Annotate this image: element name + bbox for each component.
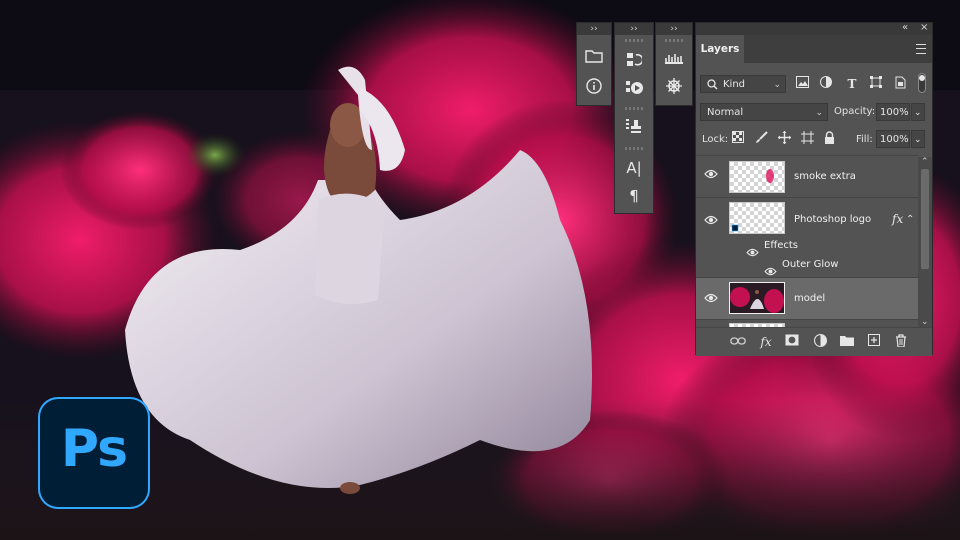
paragraph-icon[interactable]: ¶ xyxy=(617,183,651,209)
layer-name[interactable]: Photoshop logo xyxy=(794,214,871,225)
chevron-down-icon: ⌄ xyxy=(914,135,922,145)
drag-grip[interactable] xyxy=(625,147,643,150)
layers-scrollbar[interactable]: ⌃ ⌄ xyxy=(918,157,932,327)
new-layer-icon[interactable] xyxy=(866,334,882,350)
link-icon[interactable] xyxy=(730,334,746,350)
adjustment-filter-icon[interactable] xyxy=(818,76,834,92)
drag-grip[interactable] xyxy=(625,107,643,110)
search-icon xyxy=(707,76,718,94)
clone-source-icon[interactable] xyxy=(617,113,651,139)
chevron-down-icon: ⌄ xyxy=(914,108,922,118)
collapse-icon[interactable]: ›› xyxy=(577,23,611,35)
opacity-label: Opacity: xyxy=(834,106,876,117)
drag-grip[interactable] xyxy=(625,39,643,42)
fill-value: 100% xyxy=(880,134,909,145)
tab-layers[interactable]: Layers xyxy=(696,35,744,63)
scroll-down-icon[interactable]: ⌄ xyxy=(921,317,929,327)
group-folder-icon[interactable] xyxy=(839,334,855,350)
character-icon[interactable]: A| xyxy=(617,155,651,181)
eye-icon[interactable] xyxy=(704,214,718,228)
history-icon[interactable] xyxy=(617,47,651,73)
opacity-dropdown[interactable]: ⌄ xyxy=(911,103,925,121)
type-filter-icon[interactable]: T xyxy=(844,76,860,92)
layer-thumbnail[interactable] xyxy=(729,161,785,193)
layers-panel: « × Layers Kind ⌄ T Normal ⌄ Opacity: 10… xyxy=(695,22,933,356)
blend-mode-value: Normal xyxy=(707,107,744,118)
fill-input[interactable]: 100% xyxy=(876,130,910,148)
navigator-icon[interactable] xyxy=(657,73,691,99)
panel-dock-column-1: ›› xyxy=(576,22,612,106)
drag-grip[interactable] xyxy=(665,39,683,42)
shape-filter-icon[interactable] xyxy=(868,76,884,92)
close-icon[interactable]: × xyxy=(920,22,928,33)
collapse-panels-icon[interactable]: « xyxy=(902,22,908,33)
eye-icon[interactable] xyxy=(704,168,718,182)
collapse-icon[interactable]: ›› xyxy=(615,23,653,35)
layer-row-model[interactable]: model xyxy=(696,277,918,319)
trash-icon[interactable] xyxy=(893,334,909,350)
scroll-up-icon[interactable]: ⌃ xyxy=(921,157,929,167)
fill-dropdown[interactable]: ⌄ xyxy=(911,130,925,148)
layer-row-smoke-extra[interactable]: smoke extra xyxy=(696,155,918,197)
layers-bottom-toolbar: fx xyxy=(696,327,932,356)
effects-eye-icon[interactable] xyxy=(746,242,759,261)
panel-dock-column-3: ›› xyxy=(655,22,693,106)
brushes-icon[interactable] xyxy=(657,45,691,71)
chevron-down-icon: ⌄ xyxy=(815,108,823,118)
photoshop-logo: Ps xyxy=(38,397,150,509)
smart-object-filter-icon[interactable] xyxy=(892,76,908,92)
fill-label: Fill: xyxy=(856,134,873,145)
layer-filter-select[interactable]: Kind ⌄ xyxy=(700,75,786,93)
layer-thumbnail[interactable] xyxy=(729,202,785,234)
layer-row-photoshop-logo[interactable]: Photoshop logo fx ⌃ Effects Outer Glow xyxy=(696,197,918,277)
filter-kind-label: Kind xyxy=(723,79,746,90)
info-icon[interactable] xyxy=(577,73,611,99)
filter-toggle-icon[interactable] xyxy=(914,73,930,93)
effects-label[interactable]: Effects xyxy=(764,240,798,251)
layer-name[interactable]: smoke extra xyxy=(794,171,856,182)
blend-mode-select[interactable]: Normal ⌄ xyxy=(700,103,828,121)
outer-glow-label[interactable]: Outer Glow xyxy=(782,259,838,270)
lock-label: Lock: xyxy=(702,134,729,145)
panel-menu-icon[interactable] xyxy=(916,44,926,54)
photoshop-logo-text: Ps xyxy=(60,419,128,479)
tab-bar: Layers xyxy=(696,35,932,63)
layer-name[interactable]: model xyxy=(794,293,825,304)
lock-image-pixels-icon[interactable] xyxy=(753,131,769,147)
adjustment-icon[interactable] xyxy=(812,334,828,350)
lock-artboard-icon[interactable] xyxy=(799,131,815,147)
lock-position-icon[interactable] xyxy=(776,131,792,147)
chevron-down-icon: ⌄ xyxy=(773,80,781,90)
panel-title-bar[interactable]: « × xyxy=(696,22,932,35)
opacity-value: 100% xyxy=(880,107,909,118)
folder-icon[interactable] xyxy=(577,43,611,69)
layer-row-partial[interactable] xyxy=(696,319,918,328)
scrollbar-thumb[interactable] xyxy=(921,169,929,269)
eye-icon[interactable] xyxy=(704,292,718,306)
panel-dock-column-2: ›› A| ¶ xyxy=(614,22,654,214)
chevron-up-icon[interactable]: ⌃ xyxy=(906,214,914,225)
lock-transparent-pixels-icon[interactable] xyxy=(730,131,746,147)
collapse-icon[interactable]: ›› xyxy=(656,23,692,35)
lock-all-icon[interactable] xyxy=(821,131,837,147)
layer-thumbnail[interactable] xyxy=(729,282,785,314)
fx-badge[interactable]: fx xyxy=(892,212,903,226)
image-filter-icon[interactable] xyxy=(794,76,810,92)
opacity-input[interactable]: 100% xyxy=(876,103,910,121)
actions-icon[interactable] xyxy=(617,75,651,101)
mask-icon[interactable] xyxy=(784,334,800,350)
fx-icon[interactable]: fx xyxy=(758,334,774,350)
